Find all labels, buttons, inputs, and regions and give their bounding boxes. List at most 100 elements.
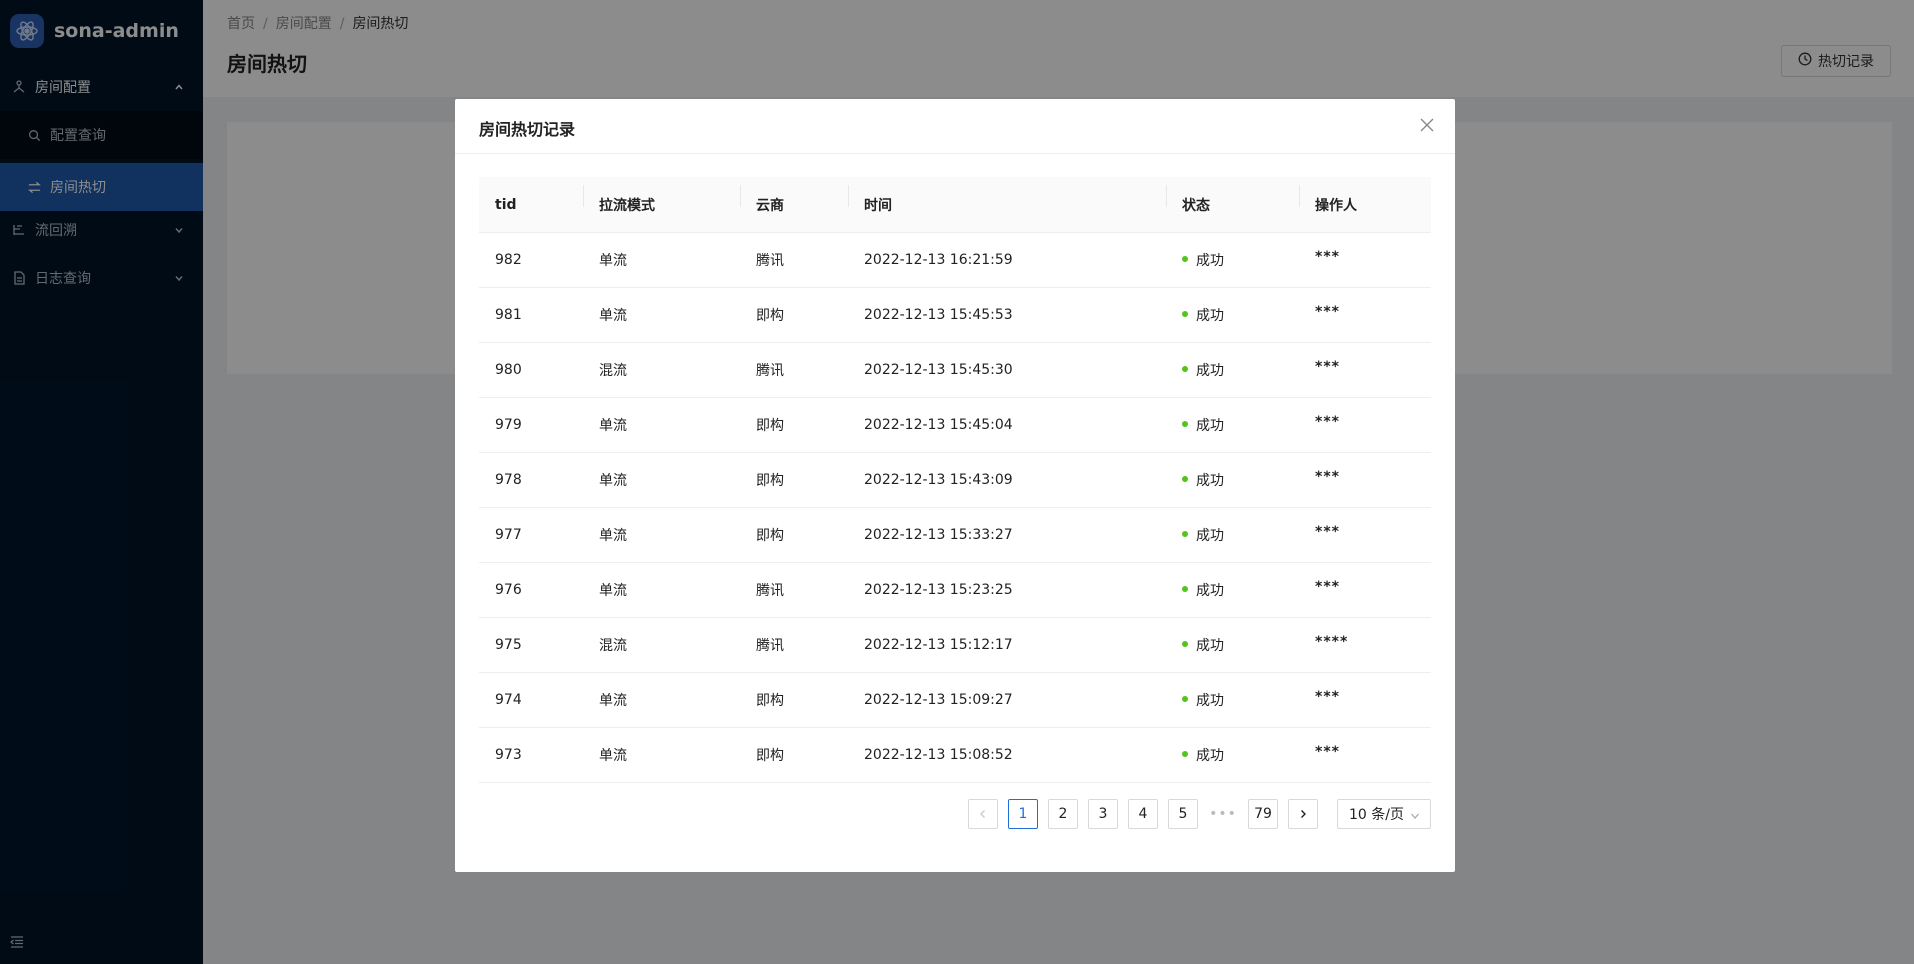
operator-text: *** [1315, 359, 1340, 375]
jump-next-ellipsis[interactable]: ••• [1208, 799, 1238, 829]
status-dot [1182, 586, 1188, 592]
status-dot [1182, 421, 1188, 427]
cell-operator: *** [1299, 304, 1431, 323]
status-dot [1182, 311, 1188, 317]
cell-status: 成功 [1166, 745, 1299, 765]
status-text: 成功 [1196, 748, 1224, 764]
operator-text: *** [1315, 469, 1340, 485]
status-text: 成功 [1196, 693, 1224, 709]
page-3-button[interactable]: 3 [1088, 799, 1118, 829]
status-text: 成功 [1196, 363, 1224, 379]
operator-text: *** [1315, 579, 1340, 595]
cell-tid: 981 [495, 307, 522, 323]
cell-mode: 单流 [599, 473, 627, 489]
pagination: 1 2 3 4 5 ••• 79 10 条/页 [455, 799, 1455, 833]
cell-vendor: 即构 [756, 418, 784, 434]
table-row: 979 单流 即构 2022-12-13 15:45:04 成功 *** [479, 398, 1431, 453]
operator-text: *** [1315, 744, 1340, 760]
status-text: 成功 [1196, 473, 1224, 489]
cell-tid: 975 [495, 637, 522, 653]
page-last-button[interactable]: 79 [1248, 799, 1278, 829]
page-size-value: 10 条/页 [1349, 807, 1404, 823]
cell-operator: *** [1299, 579, 1431, 598]
cell-tid: 982 [495, 252, 522, 268]
cell-time: 2022-12-13 15:43:09 [864, 472, 1013, 488]
column-header-mode: 拉流模式 [583, 184, 740, 215]
status-text: 成功 [1196, 418, 1224, 434]
table-row: 977 单流 即构 2022-12-13 15:33:27 成功 *** [479, 508, 1431, 563]
next-page-button[interactable] [1288, 799, 1318, 829]
operator-text: *** [1315, 249, 1340, 265]
modal-title: 房间热切记录 [479, 120, 576, 139]
table-row: 980 混流 腾讯 2022-12-13 15:45:30 成功 *** [479, 343, 1431, 398]
table-row: 974 单流 即构 2022-12-13 15:09:27 成功 *** [479, 673, 1431, 728]
status-dot [1182, 366, 1188, 372]
operator-text: *** [1315, 689, 1340, 705]
operator-text: *** [1315, 524, 1340, 540]
cell-vendor: 即构 [756, 693, 784, 709]
cell-tid: 974 [495, 692, 522, 708]
cell-time: 2022-12-13 15:33:27 [864, 527, 1013, 543]
column-header-status: 状态 [1166, 184, 1299, 215]
column-header-time: 时间 [848, 184, 1166, 215]
close-icon[interactable] [1419, 117, 1437, 135]
status-dot [1182, 256, 1188, 262]
column-header-operator: 操作人 [1299, 184, 1431, 215]
page-4-button[interactable]: 4 [1128, 799, 1158, 829]
page-size-select[interactable]: 10 条/页 [1337, 799, 1431, 829]
cell-mode: 单流 [599, 253, 627, 269]
table-row: 973 单流 即构 2022-12-13 15:08:52 成功 *** [479, 728, 1431, 783]
cell-operator: *** [1299, 249, 1431, 268]
cell-status: 成功 [1166, 305, 1299, 325]
cell-mode: 混流 [599, 363, 627, 379]
cell-time: 2022-12-13 16:21:59 [864, 252, 1013, 268]
cell-vendor: 腾讯 [756, 253, 784, 269]
cell-vendor: 即构 [756, 748, 784, 764]
cell-operator: *** [1299, 359, 1431, 378]
cell-mode: 单流 [599, 418, 627, 434]
status-text: 成功 [1196, 308, 1224, 324]
cell-status: 成功 [1166, 360, 1299, 380]
status-dot [1182, 531, 1188, 537]
cell-time: 2022-12-13 15:12:17 [864, 637, 1013, 653]
cell-mode: 单流 [599, 748, 627, 764]
status-text: 成功 [1196, 253, 1224, 269]
table-header: tid 拉流模式 云商 时间 状态 操作人 [479, 177, 1431, 233]
cell-time: 2022-12-13 15:45:04 [864, 417, 1013, 433]
cell-status: 成功 [1166, 250, 1299, 270]
cell-vendor: 即构 [756, 528, 784, 544]
status-dot [1182, 751, 1188, 757]
table-row: 975 混流 腾讯 2022-12-13 15:12:17 成功 **** [479, 618, 1431, 673]
status-dot [1182, 476, 1188, 482]
operator-text: **** [1315, 634, 1349, 650]
cell-operator: *** [1299, 414, 1431, 433]
chevron-down-icon [1410, 809, 1420, 819]
status-dot [1182, 641, 1188, 647]
cell-operator: *** [1299, 744, 1431, 763]
cell-status: 成功 [1166, 635, 1299, 655]
cell-status: 成功 [1166, 690, 1299, 710]
page-2-button[interactable]: 2 [1048, 799, 1078, 829]
page-1-button[interactable]: 1 [1008, 799, 1038, 829]
modal-header: 房间热切记录 [455, 99, 1455, 154]
prev-page-button[interactable] [968, 799, 998, 829]
cell-tid: 979 [495, 417, 522, 433]
cell-tid: 976 [495, 582, 522, 598]
cell-operator: *** [1299, 469, 1431, 488]
table-row: 982 单流 腾讯 2022-12-13 16:21:59 成功 *** [479, 233, 1431, 288]
cell-status: 成功 [1166, 470, 1299, 490]
cell-vendor: 腾讯 [756, 638, 784, 654]
cell-mode: 单流 [599, 528, 627, 544]
cell-status: 成功 [1166, 580, 1299, 600]
cell-vendor: 腾讯 [756, 583, 784, 599]
cell-operator: **** [1299, 634, 1431, 653]
cell-vendor: 即构 [756, 308, 784, 324]
cell-vendor: 即构 [756, 473, 784, 489]
page-5-button[interactable]: 5 [1168, 799, 1198, 829]
operator-text: *** [1315, 414, 1340, 430]
operator-text: *** [1315, 304, 1340, 320]
cell-mode: 单流 [599, 583, 627, 599]
table-row: 978 单流 即构 2022-12-13 15:43:09 成功 *** [479, 453, 1431, 508]
cell-time: 2022-12-13 15:23:25 [864, 582, 1013, 598]
cell-tid: 977 [495, 527, 522, 543]
